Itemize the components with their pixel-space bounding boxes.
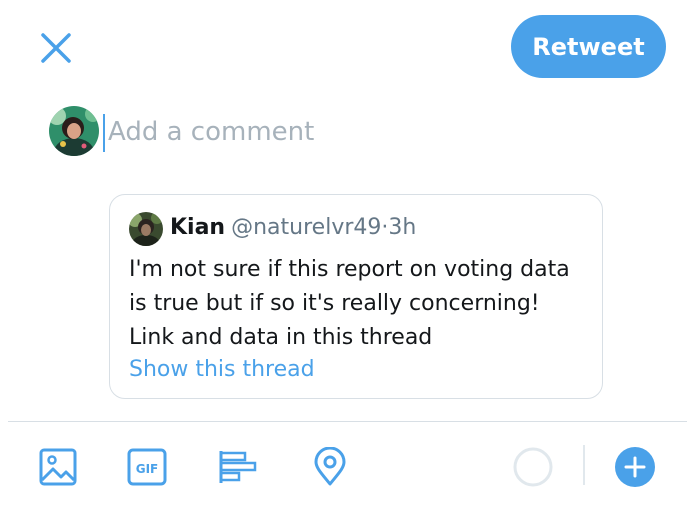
text-caret	[103, 114, 105, 152]
show-thread-link[interactable]: Show this thread	[129, 357, 315, 382]
toolbar-separator	[583, 445, 585, 485]
quoted-tweet-avatar	[129, 212, 163, 246]
add-poll-button[interactable]	[218, 447, 258, 487]
quoted-tweet-text: I'm not sure if this report on voting da…	[129, 253, 599, 355]
image-icon	[39, 448, 77, 486]
add-tweet-button[interactable]	[614, 446, 656, 488]
avatar	[49, 106, 99, 156]
retweet-button[interactable]: Retweet	[511, 15, 666, 78]
close-button[interactable]	[38, 30, 74, 66]
toolbar-divider	[8, 421, 687, 422]
progress-circle-icon	[513, 447, 553, 487]
location-icon	[314, 446, 346, 486]
quoted-tweet-line: I'm not sure if this report on voting da…	[129, 257, 570, 282]
add-gif-button[interactable]: GIF	[127, 447, 167, 487]
quoted-tweet-line: Link and data in this thread	[129, 325, 433, 350]
add-icon	[615, 447, 655, 487]
add-location-button[interactable]	[310, 446, 350, 487]
poll-icon	[219, 451, 257, 483]
character-count-indicator	[512, 446, 554, 488]
quoted-tweet-header: Kian @naturelvr49·3h	[170, 215, 416, 240]
quoted-tweet-handle[interactable]: @naturelvr49	[231, 215, 381, 240]
comment-input[interactable]	[108, 110, 588, 154]
add-image-button[interactable]	[38, 447, 78, 487]
svg-text:GIF: GIF	[136, 462, 159, 476]
quoted-tweet-name[interactable]: Kian	[170, 215, 225, 240]
quoted-tweet-card[interactable]: Kian @naturelvr49·3h I'm not sure if this…	[109, 194, 603, 399]
gif-icon: GIF	[127, 448, 167, 486]
quoted-tweet-line: is true but if so it's really concerning…	[129, 291, 540, 316]
close-icon	[41, 33, 71, 63]
quoted-tweet-time: 3h	[388, 215, 417, 240]
